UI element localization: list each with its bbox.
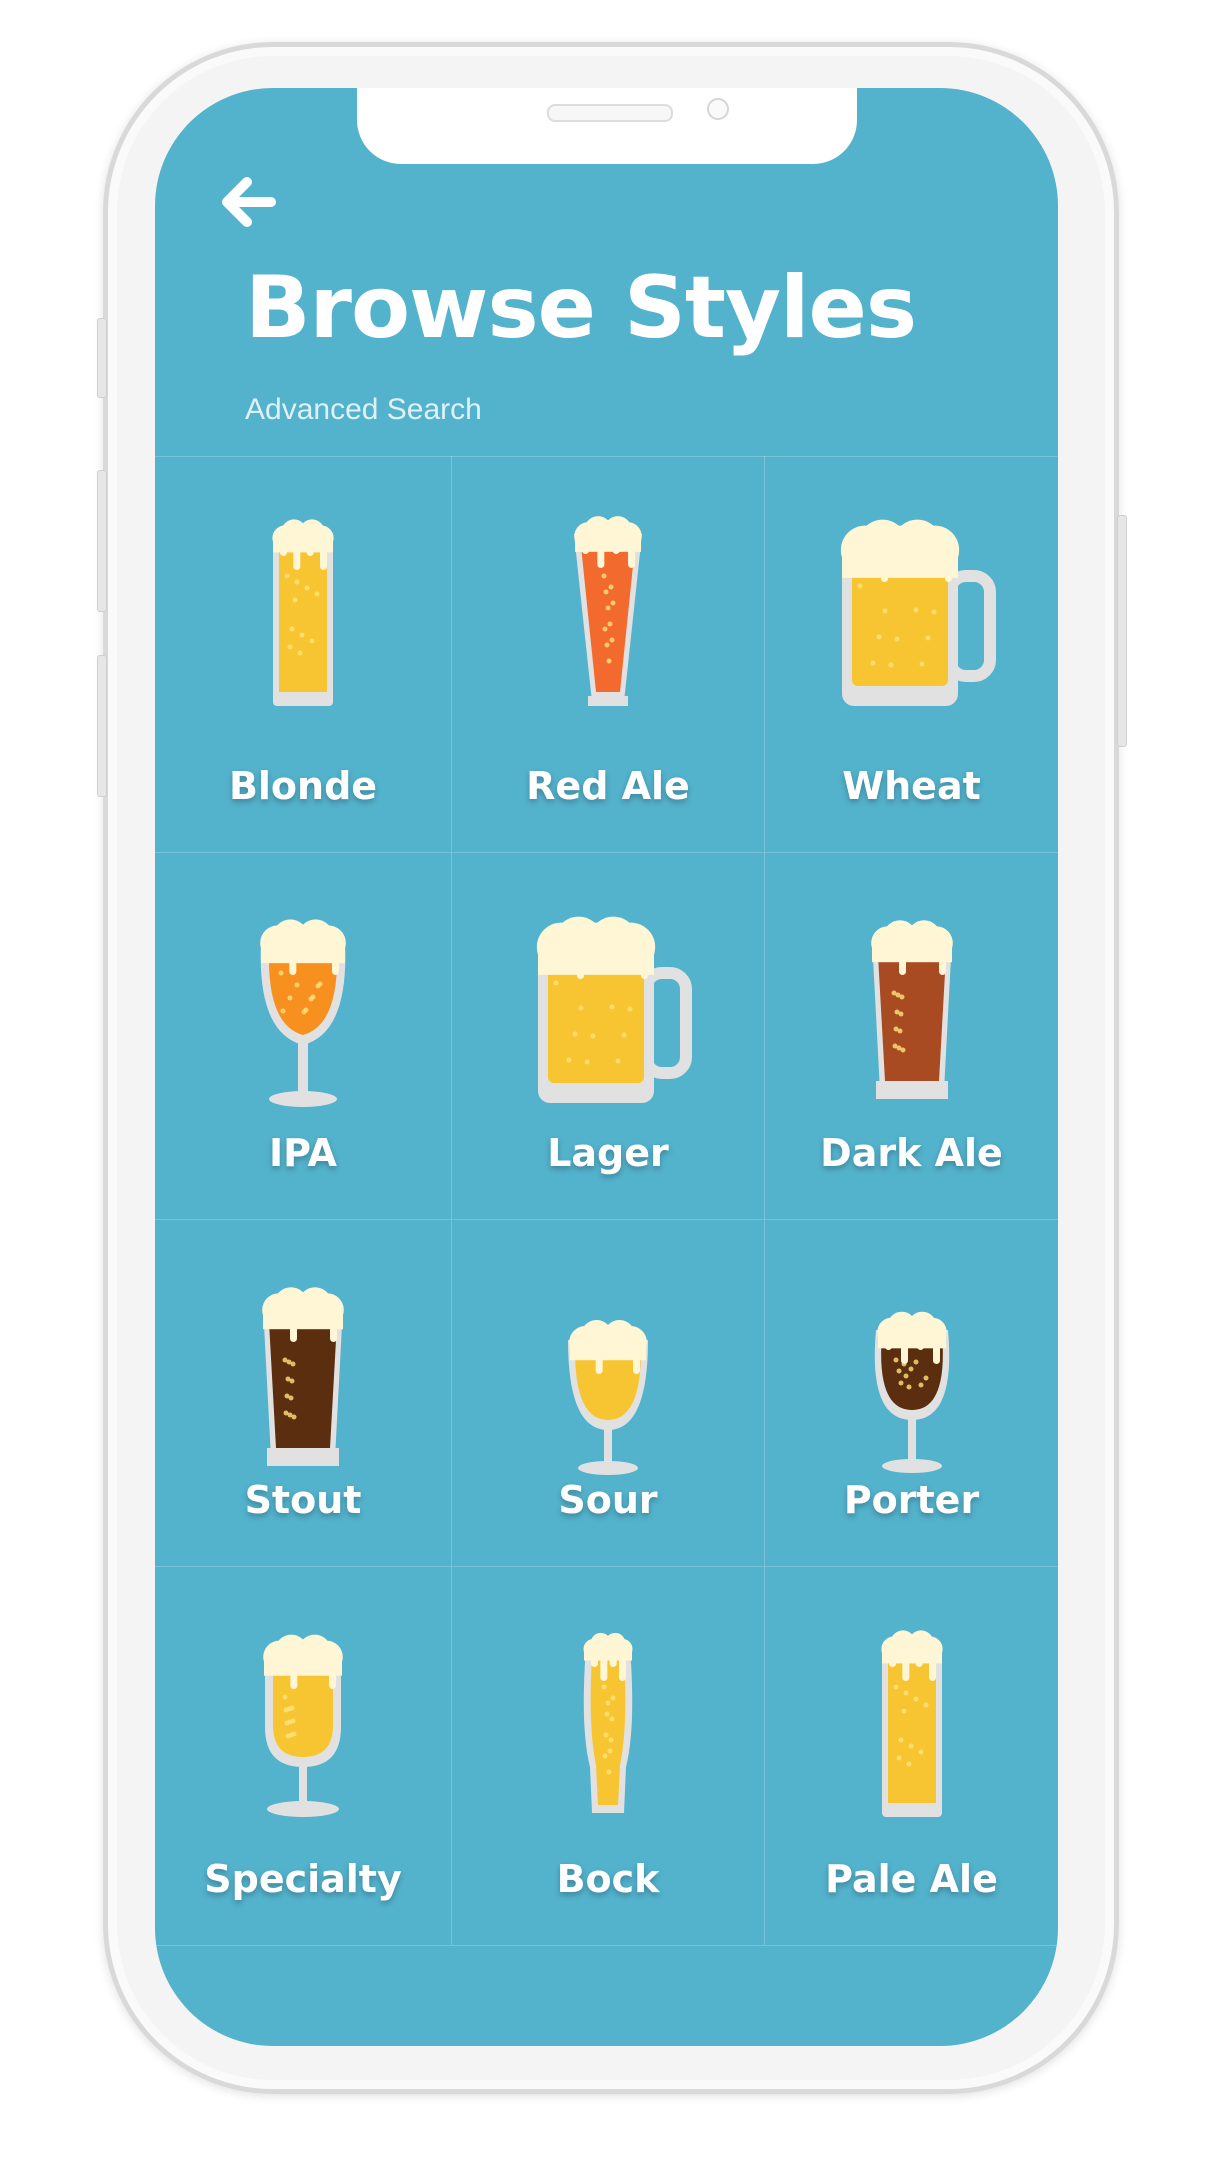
style-label: Wheat <box>842 764 981 808</box>
style-label: IPA <box>269 1131 337 1175</box>
snifter-glass-icon <box>812 1270 1012 1500</box>
style-label: Stout <box>244 1478 362 1522</box>
style-tile-specialty[interactable]: Specialty <box>155 1567 452 1946</box>
style-tile-lager[interactable]: Lager <box>452 853 765 1220</box>
goblet-glass-icon <box>203 903 403 1133</box>
tall-glass-icon <box>203 506 403 736</box>
style-tile-porter[interactable]: Porter <box>765 1220 1058 1567</box>
power-button <box>1117 515 1127 747</box>
style-tile-blonde[interactable]: Blonde <box>155 456 452 853</box>
page-title: Browse Styles <box>245 258 917 358</box>
style-tile-pale-ale[interactable]: Pale Ale <box>765 1567 1058 1946</box>
style-label: Lager <box>547 1131 669 1175</box>
volume-up-button <box>97 470 107 612</box>
style-tile-red-ale[interactable]: Red Ale <box>452 456 765 853</box>
beer-mug-icon <box>812 506 1012 736</box>
pilsner-glass-icon <box>508 506 708 736</box>
style-tile-bock[interactable]: Bock <box>452 1567 765 1946</box>
speaker-grille <box>547 104 673 122</box>
tall-glass-icon <box>812 1617 1012 1847</box>
style-label: Bock <box>556 1857 660 1901</box>
style-label: Porter <box>843 1478 980 1522</box>
back-button[interactable] <box>213 166 285 238</box>
style-label: Pale Ale <box>825 1857 998 1901</box>
style-tile-wheat[interactable]: Wheat <box>765 456 1058 853</box>
style-label: Sour <box>558 1478 658 1522</box>
styles-grid: Blonde Red Ale Wheat IPA Lager Dark Ale … <box>155 456 1058 1946</box>
volume-down-button <box>97 655 107 797</box>
style-tile-sour[interactable]: Sour <box>452 1220 765 1567</box>
style-label: Blonde <box>228 764 378 808</box>
mute-switch <box>97 318 107 398</box>
style-tile-dark-ale[interactable]: Dark Ale <box>765 853 1058 1220</box>
style-tile-ipa[interactable]: IPA <box>155 853 452 1220</box>
tulip-glass-icon <box>508 1270 708 1500</box>
style-label: Red Ale <box>526 764 690 808</box>
pint-glass-icon <box>812 903 1012 1133</box>
beer-mug-icon <box>508 903 708 1133</box>
app-screen: Browse Styles Advanced Search Blonde Red… <box>155 88 1058 2046</box>
advanced-search-link[interactable]: Advanced Search <box>245 393 482 427</box>
weizen-glass-icon <box>508 1617 708 1847</box>
chalice-glass-icon <box>203 1617 403 1847</box>
style-tile-stout[interactable]: Stout <box>155 1220 452 1567</box>
style-label: Dark Ale <box>820 1131 1003 1175</box>
pint-glass-icon <box>203 1270 403 1500</box>
front-camera <box>707 98 729 120</box>
arrow-left-icon <box>222 177 276 227</box>
notch <box>357 88 857 164</box>
style-label: Specialty <box>204 1857 402 1901</box>
